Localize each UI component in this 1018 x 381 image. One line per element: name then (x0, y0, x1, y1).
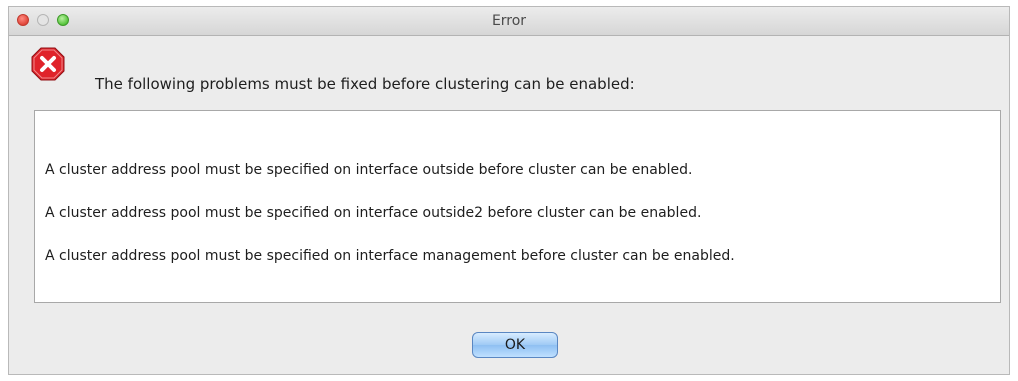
ok-button[interactable]: OK (472, 332, 558, 358)
problem-message: A cluster address pool must be specified… (45, 162, 693, 178)
error-stop-icon (31, 47, 65, 81)
error-dialog-window: Error The following problems must be fix… (8, 6, 1010, 375)
problems-message-box: A cluster address pool must be specified… (34, 110, 1001, 303)
window-title: Error (491, 13, 527, 29)
title-bar[interactable]: Error (9, 7, 1009, 36)
problem-message: A cluster address pool must be specified… (45, 205, 702, 221)
problem-message: A cluster address pool must be specified… (45, 248, 735, 264)
dialog-header-text: The following problems must be fixed bef… (95, 75, 635, 93)
